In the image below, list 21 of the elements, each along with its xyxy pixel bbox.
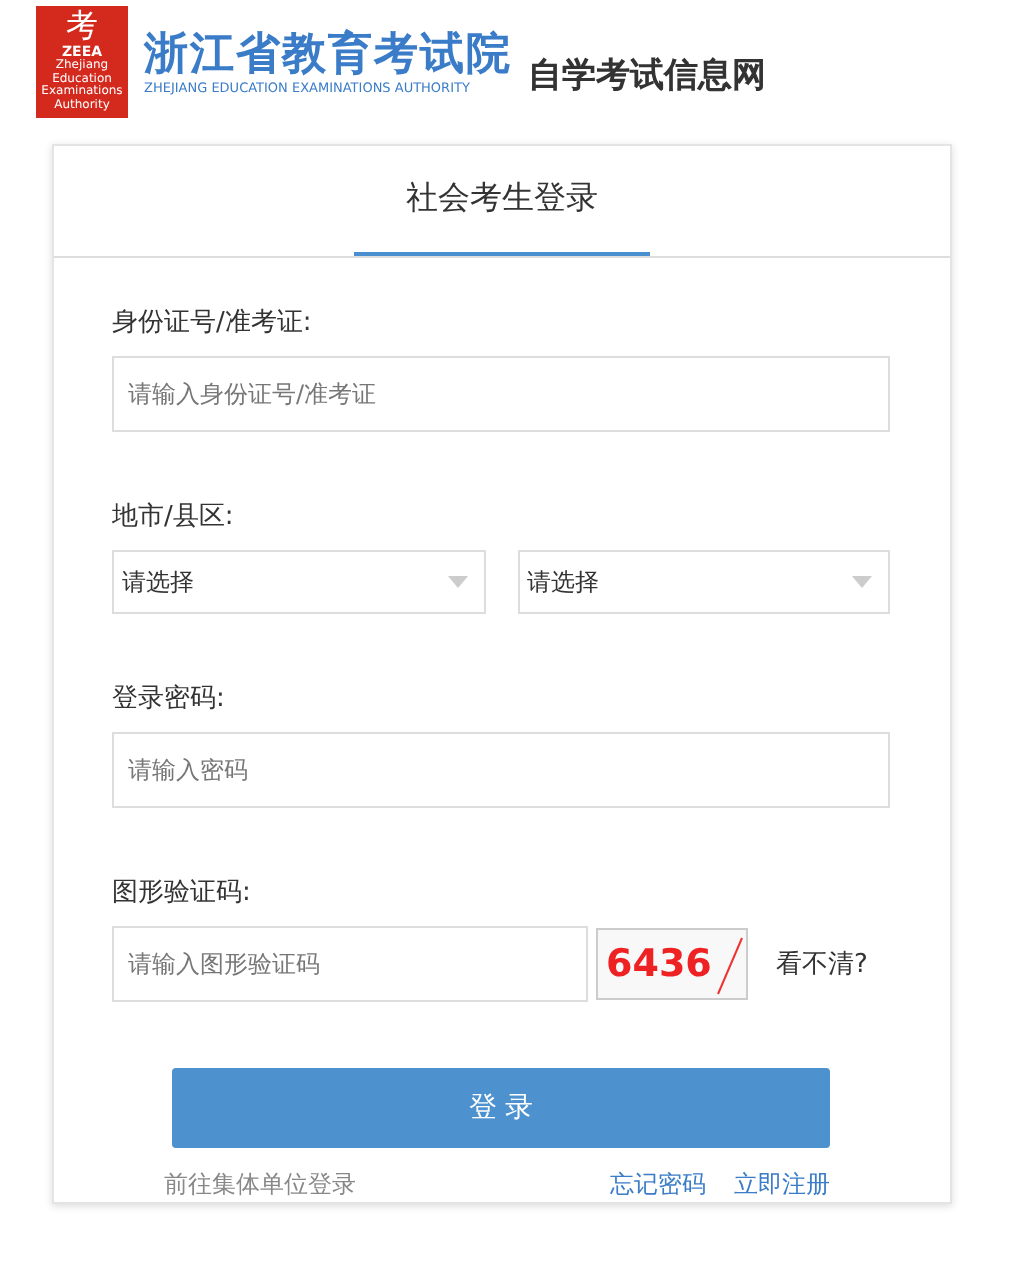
logo-glyph: 考: [66, 10, 98, 42]
password-input-field[interactable]: 请输入密码: [112, 732, 890, 808]
site-name: 自学考试信息网: [528, 53, 766, 97]
region-select[interactable]: 请选择: [517, 550, 890, 614]
login-tab[interactable]: 社会考生登录: [354, 146, 650, 256]
region-select[interactable]: 请选择: [112, 550, 485, 614]
forgot-password-link[interactable]: 忘记密码: [610, 1168, 706, 1202]
captcha-input-field[interactable]: 请输入图形验证码: [112, 926, 588, 1002]
field-label: 登录密码:: [112, 682, 227, 716]
field-label: 身份证号/准考证:: [112, 306, 314, 340]
caret-icon: [447, 576, 467, 588]
group-login-link[interactable]: 前往集体单位登录: [164, 1168, 356, 1202]
refresh-captcha-link[interactable]: 看不清?: [776, 946, 868, 982]
id-input-field[interactable]: 请输入身份证号/准考证: [112, 356, 890, 432]
site-title: 浙江省教育考试院: [144, 28, 512, 80]
caret-icon: [852, 576, 872, 588]
field-label: 地市/县区:: [112, 500, 236, 534]
field-label: 图形验证码:: [112, 876, 253, 910]
captcha-image[interactable]: 6436: [596, 928, 748, 1000]
register-link[interactable]: 立即注册: [734, 1168, 830, 1202]
login-button[interactable]: 登 录: [172, 1068, 830, 1148]
